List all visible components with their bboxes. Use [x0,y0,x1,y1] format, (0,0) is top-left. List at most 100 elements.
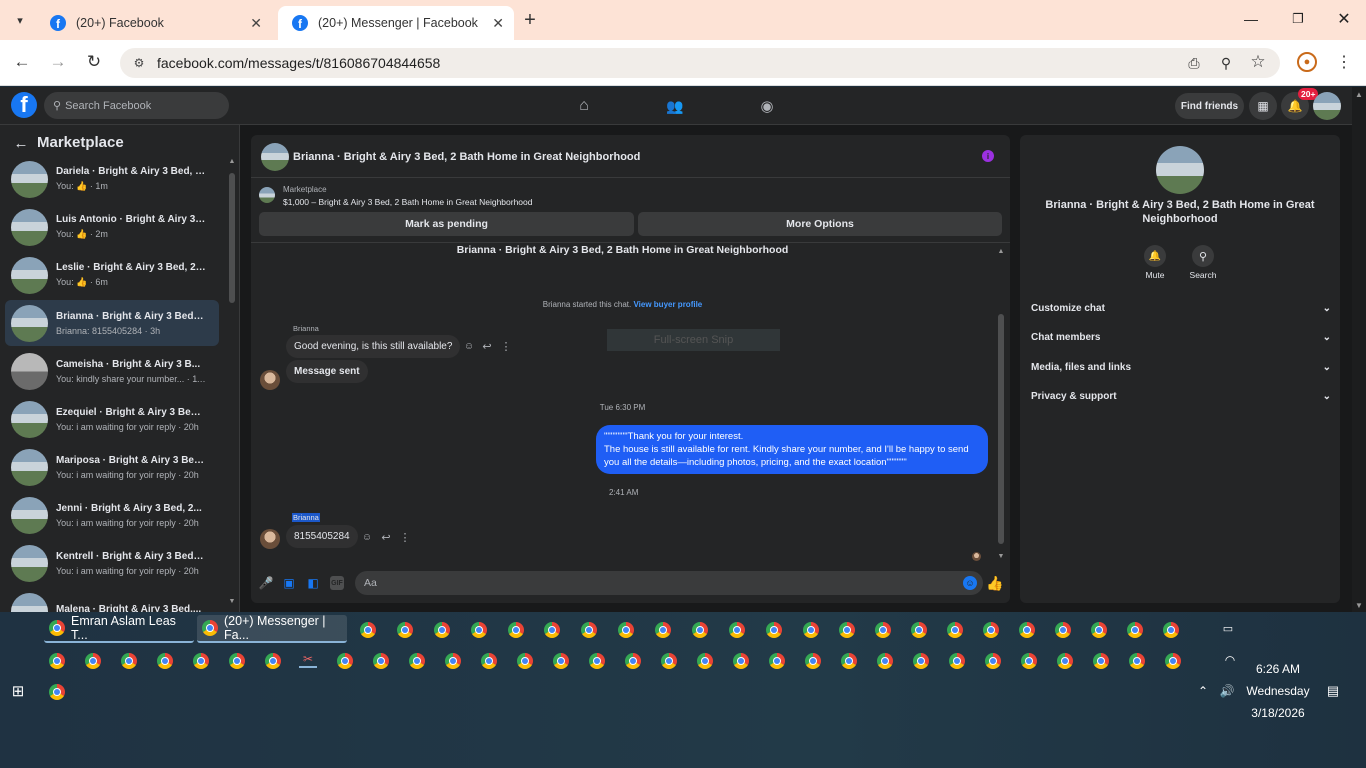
chrome-icon[interactable] [508,622,524,638]
chrome-icon[interactable] [803,622,819,638]
site-info-icon[interactable]: ⚙ [128,56,150,70]
zoom-icon[interactable]: ⚲ [1216,53,1236,73]
home-icon[interactable]: ⌂ [574,96,594,116]
chrome-icon[interactable] [373,653,389,669]
chrome-icon[interactable] [85,653,101,669]
chrome-icon[interactable] [805,653,821,669]
like-thumb-icon[interactable]: 👍 [986,575,1003,591]
scroll-up-icon[interactable]: ▲ [228,158,236,165]
conversation-item[interactable]: Mariposa · Bright & Airy 3 Bed,... You: i… [5,444,219,490]
chrome-icon[interactable] [471,622,487,638]
restore-icon[interactable]: ❐ [1287,8,1309,30]
incoming-message[interactable]: Good evening, is this still available? [286,335,461,358]
chrome-icon[interactable] [1019,622,1035,638]
wifi-icon[interactable]: ◠ [1222,653,1238,667]
find-friends-button[interactable]: Find friends [1175,93,1244,119]
listing-price-title[interactable]: $1,000 – Bright & Airy 3 Bed, 2 Bath Hom… [283,197,532,207]
close-window-icon[interactable]: ✕ [1333,8,1355,30]
tab-search-chevron-icon[interactable]: ▾ [10,10,30,30]
chrome-icon[interactable] [913,653,929,669]
scroll-up-icon[interactable]: ▲ [997,248,1005,255]
chrome-icon[interactable] [1055,622,1071,638]
chrome-icon[interactable] [49,653,65,669]
chrome-icon[interactable] [625,653,641,669]
conversation-item[interactable]: Luis Antonio · Bright & Airy 3 B... You: … [5,204,219,250]
close-tab-icon[interactable]: ✕ [250,15,262,32]
voice-clip-icon[interactable]: 🎤 [259,576,274,590]
back-arrow-icon[interactable]: ← [12,134,30,152]
chrome-icon[interactable] [229,653,245,669]
chrome-icon[interactable] [1091,622,1107,638]
chrome-icon[interactable] [434,622,450,638]
media-files-links-section[interactable]: Media, files and links ⌄ [1031,362,1331,373]
battery-icon[interactable]: ▭ [1219,622,1237,635]
scroll-down-icon[interactable]: ▼ [997,553,1005,560]
browser-menu-icon[interactable]: ⋮ [1334,52,1354,72]
chrome-icon[interactable] [769,653,785,669]
message-composer-input[interactable]: Aa ☺ [355,571,983,595]
incoming-message[interactable]: 8155405284 [286,525,358,548]
chrome-icon[interactable] [397,622,413,638]
chrome-icon[interactable] [1127,622,1143,638]
chrome-icon[interactable] [445,653,461,669]
chrome-icon[interactable] [877,653,893,669]
chrome-icon[interactable] [337,653,353,669]
react-icon[interactable]: ☺ [463,340,475,352]
conversation-item-selected[interactable]: Brianna · Bright & Airy 3 Bed, 2... Brian… [5,300,219,346]
scroll-down-icon[interactable]: ▼ [1354,600,1364,610]
chrome-icon[interactable] [49,684,65,700]
chat-members-section[interactable]: Chat members ⌄ [1031,332,1331,343]
chrome-icon[interactable] [193,653,209,669]
chrome-icon[interactable] [409,653,425,669]
chrome-icon[interactable] [517,653,533,669]
chrome-icon[interactable] [1165,653,1181,669]
chrome-icon[interactable] [481,653,497,669]
back-icon[interactable]: ← [12,52,32,72]
scroll-down-icon[interactable]: ▼ [228,598,236,605]
search-icon[interactable]: ⚲ [1192,245,1214,267]
groups-icon[interactable]: ◉ [757,96,777,116]
chrome-icon[interactable] [655,622,671,638]
taskbar-app-chrome-window[interactable]: Emran Aslam Leas T... [44,614,194,643]
react-icon[interactable]: ☺ [361,531,373,543]
chrome-icon[interactable] [949,653,965,669]
chrome-icon[interactable] [692,622,708,638]
chrome-icon[interactable] [911,622,927,638]
gif-icon[interactable]: GIF [330,576,344,590]
emoji-icon[interactable]: ☺ [963,576,977,590]
account-avatar[interactable] [1313,92,1341,120]
sidebar-scrollbar[interactable]: ▲ ▼ [228,158,236,605]
reply-icon[interactable]: ↩ [481,340,493,353]
chrome-icon[interactable] [841,653,857,669]
chrome-icon[interactable] [875,622,891,638]
chrome-icon[interactable] [360,622,376,638]
reload-icon[interactable]: ↻ [84,52,104,72]
conversation-item[interactable]: Cameisha · Bright & Airy 3 B... You: kind… [5,348,219,394]
chrome-icon[interactable] [121,653,137,669]
view-buyer-profile-link[interactable]: View buyer profile [633,300,702,309]
conversation-item[interactable]: Malena · Bright & Airy 3 Bed,... [5,588,219,612]
conversation-item[interactable]: Dariela · Bright & Airy 3 Bed, 2 ... You:… [5,156,219,202]
volume-icon[interactable]: 🔊 [1219,683,1235,699]
listing-thumbnail[interactable] [259,187,275,203]
chat-header-title[interactable]: Brianna · Bright & Airy 3 Bed, 2 Bath Ho… [293,151,640,163]
profile-icon[interactable]: ● [1297,52,1317,72]
chat-scrollbar[interactable]: ▲ ▼ [996,248,1006,560]
conversation-item[interactable]: Kentrell · Bright & Airy 3 Bed, 2... You:… [5,540,219,586]
more-options-button[interactable]: More Options [638,212,1002,236]
sticker-icon[interactable]: ◧ [306,576,320,590]
close-tab-icon[interactable]: ✕ [492,15,504,32]
chrome-icon[interactable] [985,653,1001,669]
chrome-icon[interactable] [1163,622,1179,638]
chrome-icon[interactable] [766,622,782,638]
tab-messenger[interactable]: f (20+) Messenger | Facebook ✕ [278,6,514,40]
notification-center-icon[interactable]: ▤ [1325,683,1341,699]
chrome-icon[interactable] [697,653,713,669]
incoming-message[interactable]: Message sent [286,360,368,383]
conversation-item[interactable]: Ezequiel · Bright & Airy 3 Bed, ... You: … [5,396,219,442]
chrome-icon[interactable] [661,653,677,669]
chrome-icon[interactable] [729,622,745,638]
scroll-up-icon[interactable]: ▲ [1354,89,1364,99]
chrome-icon[interactable] [589,653,605,669]
taskbar-app-messenger-window[interactable]: (20+) Messenger | Fa... [197,614,347,643]
